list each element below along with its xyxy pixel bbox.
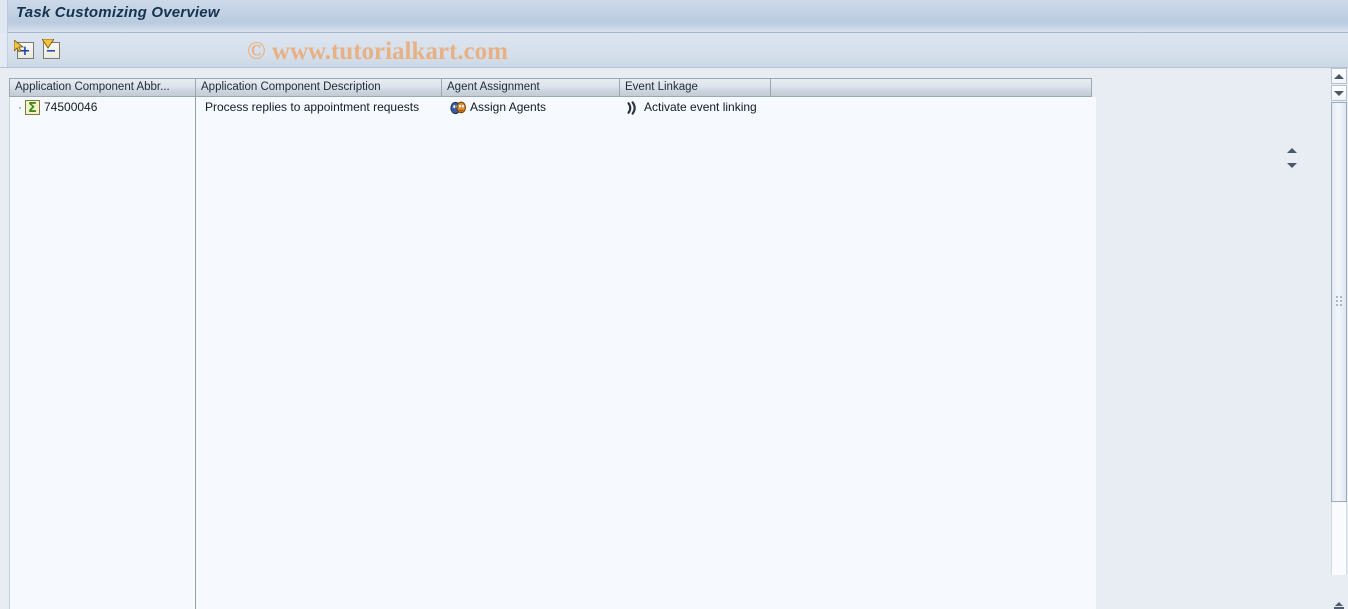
workflow-task-sigma-icon: Σ	[25, 100, 40, 116]
window-title-bar: Task Customizing Overview	[0, 0, 1348, 33]
scroll-up-icon[interactable]	[1286, 148, 1297, 153]
svg-text:Σ: Σ	[28, 101, 37, 115]
expand-all-button[interactable]: +	[14, 40, 35, 61]
column-header-application-component-description[interactable]: Application Component Description	[195, 78, 442, 97]
grid-column-divider-1	[195, 97, 196, 609]
collapse-all-button[interactable]: −	[40, 39, 61, 61]
toolbar-left-edge	[0, 33, 8, 67]
page-title: Task Customizing Overview	[16, 4, 220, 21]
tree-node-bullet-icon: ·	[18, 101, 22, 114]
scroll-grip-icon	[1336, 296, 1344, 308]
cell-application-component-abbr[interactable]: · Σ 74500046	[15, 97, 193, 118]
scroll-down-icon	[1334, 90, 1344, 96]
cell-event-linkage[interactable]: Activate event linking	[621, 97, 921, 118]
column-header-blank[interactable]	[770, 78, 1092, 97]
grid-header-row: Application Component Abbr... Applicatio…	[9, 78, 1092, 97]
cell-text-event-linkage[interactable]: Activate event linking	[644, 97, 757, 118]
column-header-agent-assignment[interactable]: Agent Assignment	[441, 78, 620, 97]
watermark-text: © www.tutorialkart.com	[247, 38, 508, 65]
sap-task-customizing-window: Task Customizing Overview + − © www.tuto…	[0, 0, 1348, 609]
grid-body: · Σ 74500046 Process replies to appointm…	[9, 97, 1096, 609]
scroll-to-top-button[interactable]	[1331, 591, 1347, 609]
grid-left-edge	[9, 97, 10, 609]
down-arrow-icon	[42, 39, 54, 49]
table-row[interactable]: · Σ 74500046 Process replies to appointm…	[9, 97, 1096, 118]
column-header-event-linkage[interactable]: Event Linkage	[619, 78, 771, 97]
window-scroll-down-button[interactable]	[1331, 85, 1347, 101]
window-scroll-up-button[interactable]	[1331, 68, 1347, 84]
scroll-top-icon	[1333, 597, 1345, 609]
column-header-application-component-abbr[interactable]: Application Component Abbr...	[9, 78, 196, 97]
alv-grid: Application Component Abbr... Applicatio…	[9, 78, 1320, 609]
cell-text-component-abbr: 74500046	[44, 100, 98, 114]
grid-vertical-scrollbar[interactable]	[1284, 148, 1299, 178]
window-scroll-thumb[interactable]	[1331, 102, 1347, 502]
cell-agent-assignment[interactable]: Assign Agents	[446, 97, 622, 118]
cell-application-component-description[interactable]: Process replies to appointment requests	[201, 97, 445, 118]
window-vertical-scrollbar[interactable]	[1331, 68, 1348, 609]
cell-text-component-description: Process replies to appointment requests	[205, 100, 420, 114]
event-signal-icon	[625, 100, 640, 115]
titlebar-left-edge	[0, 0, 8, 33]
cell-text-agent-assignment[interactable]: Assign Agents	[470, 97, 546, 118]
assign-agents-icon	[450, 101, 466, 115]
scroll-up-icon	[1334, 73, 1344, 79]
cursor-arrow-icon	[14, 40, 24, 52]
application-toolbar: + −	[0, 33, 1348, 68]
scroll-down-icon[interactable]	[1286, 163, 1297, 168]
